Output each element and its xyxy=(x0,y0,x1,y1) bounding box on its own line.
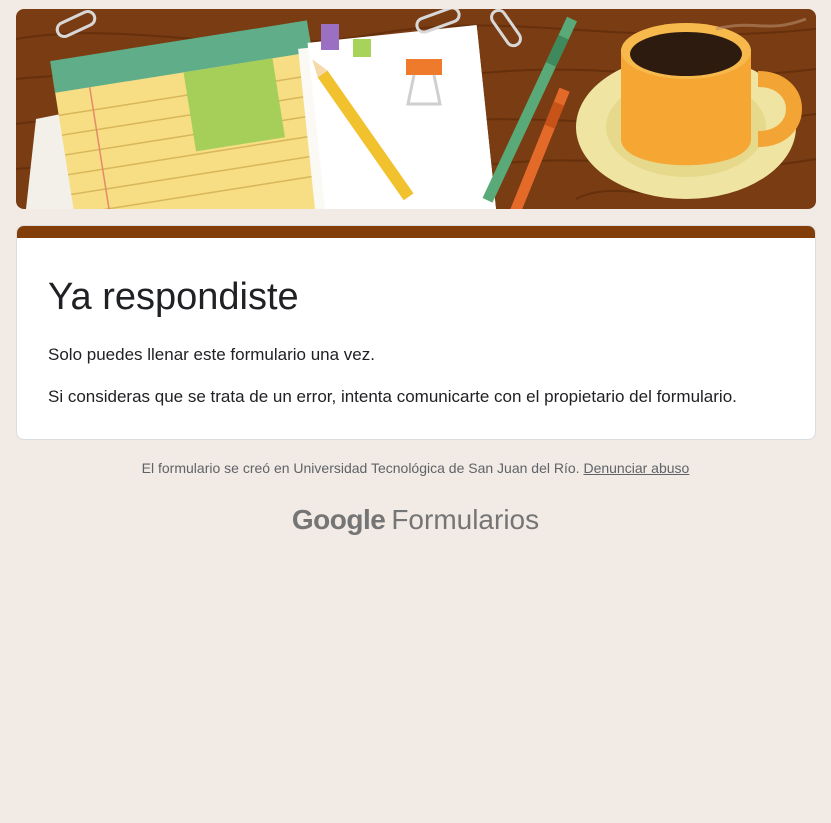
footer-note: El formulario se creó en Universidad Tec… xyxy=(0,459,831,477)
page-title: Ya respondiste xyxy=(48,276,299,318)
created-by-text: El formulario se creó en Universidad Tec… xyxy=(141,460,580,476)
header-banner-image xyxy=(16,9,816,209)
google-wordmark: Google xyxy=(291,504,386,535)
page: Ya respondiste Solo puedes llenar este f… xyxy=(0,0,831,823)
product-name: Formularios xyxy=(391,504,540,535)
google-forms-logo[interactable]: Google Formularios xyxy=(0,503,831,537)
card-accent-bar xyxy=(17,226,815,238)
report-abuse-link[interactable]: Denunciar abuso xyxy=(583,460,689,476)
contact-owner-message: Si consideras que se trata de un error, … xyxy=(48,387,737,406)
response-card: Ya respondiste Solo puedes llenar este f… xyxy=(16,225,816,440)
single-response-message: Solo puedes llenar este formulario una v… xyxy=(48,345,375,364)
